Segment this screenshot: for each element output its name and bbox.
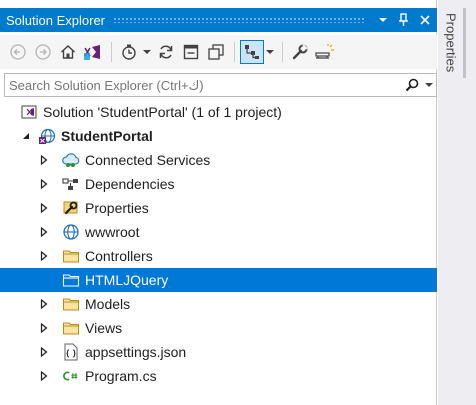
tree-item-label: Solution 'StudentPortal' (1 of 1 project… <box>43 104 282 120</box>
tree-item-connected-services[interactable]: Connected Services <box>0 148 437 172</box>
tree-item-label: Models <box>85 296 131 312</box>
json-file-icon <box>62 343 80 361</box>
collapse-all-icon[interactable] <box>179 40 203 64</box>
solution-tree: Solution 'StudentPortal' (1 of 1 project… <box>0 100 437 388</box>
properties-icon <box>62 199 80 217</box>
tree-item-label: appsettings.json <box>85 344 187 360</box>
chevron-down-icon[interactable] <box>422 75 436 95</box>
collapsed-triangle-icon[interactable] <box>36 344 52 360</box>
folder-icon <box>62 247 80 265</box>
web-project-icon <box>38 127 56 145</box>
search-box <box>4 73 437 97</box>
window-title: Solution Explorer <box>6 12 105 28</box>
tree-item-program-cs[interactable]: Program.cs <box>0 364 437 388</box>
collapsed-triangle-icon[interactable] <box>36 224 52 240</box>
sync-icon[interactable] <box>154 40 178 64</box>
tree-item-label: StudentPortal <box>61 128 153 144</box>
search-icon[interactable] <box>402 75 422 95</box>
collapsed-triangle-icon[interactable] <box>36 152 52 168</box>
back-icon[interactable] <box>6 40 30 64</box>
collapsed-triangle-icon[interactable] <box>36 320 52 336</box>
tree-item-label: Connected Services <box>85 152 211 168</box>
tree-item-models[interactable]: Models <box>0 292 437 316</box>
chevron-down-icon[interactable] <box>142 40 152 64</box>
side-tab-indicator <box>463 8 466 78</box>
tree-item-label: Properties <box>85 200 149 216</box>
tree-item-views[interactable]: Views <box>0 316 437 340</box>
dependencies-icon <box>62 175 80 193</box>
collapsed-triangle-icon[interactable] <box>36 296 52 312</box>
pin-icon[interactable] <box>395 11 413 29</box>
tree-item-label: wwwroot <box>85 224 140 240</box>
collapsed-triangle-icon[interactable] <box>36 176 52 192</box>
vs-switch-views-icon[interactable] <box>81 40 105 64</box>
collapsed-triangle-icon[interactable] <box>36 248 52 264</box>
tree-item-wwwroot[interactable]: wwwroot <box>0 220 437 244</box>
folder-icon <box>62 295 80 313</box>
tree-item-dependencies[interactable]: Dependencies <box>0 172 437 196</box>
folder-icon <box>62 319 80 337</box>
tree-item-label: Views <box>85 320 123 336</box>
tree-item-controllers[interactable]: Controllers <box>0 244 437 268</box>
show-all-files-icon[interactable] <box>204 40 228 64</box>
csharp-file-icon <box>62 367 80 385</box>
preview-selected-icon[interactable] <box>313 40 337 64</box>
properties-wrench-icon[interactable] <box>288 40 312 64</box>
expanded-triangle-icon[interactable] <box>18 128 34 144</box>
tree-item-label: Controllers <box>85 248 153 264</box>
connected-services-icon <box>62 151 80 169</box>
folder-icon <box>62 271 80 289</box>
properties-side-tab-label: Properties <box>443 13 459 73</box>
tree-item-label: Program.cs <box>85 368 157 384</box>
chevron-down-icon[interactable] <box>265 40 275 64</box>
tree-item-solution[interactable]: Solution 'StudentPortal' (1 of 1 project… <box>0 100 437 124</box>
solution-icon <box>20 103 38 121</box>
toolbar <box>0 35 437 69</box>
properties-side-tab[interactable]: Properties <box>441 8 461 78</box>
chevron-down-icon[interactable] <box>374 11 392 29</box>
search-input[interactable] <box>5 75 402 95</box>
toolbar-separator <box>282 42 283 62</box>
collapsed-triangle-icon[interactable] <box>36 200 52 216</box>
close-icon[interactable] <box>416 11 434 29</box>
tree-item-htmljquery[interactable]: HTMLJQuery <box>0 268 437 292</box>
tree-item-appsettings[interactable]: appsettings.json <box>0 340 437 364</box>
tree-item-label: Dependencies <box>85 176 175 192</box>
title-bar-grip[interactable] <box>113 17 366 23</box>
history-clock-icon[interactable] <box>117 40 141 64</box>
home-icon[interactable] <box>56 40 80 64</box>
toolbar-separator <box>234 42 235 62</box>
forward-icon[interactable] <box>31 40 55 64</box>
collapsed-triangle-icon[interactable] <box>36 368 52 384</box>
tree-item-properties[interactable]: Properties <box>0 196 437 220</box>
globe-icon <box>62 223 80 241</box>
tree-item-label: HTMLJQuery <box>85 272 169 288</box>
toolbar-separator <box>111 42 112 62</box>
tree-item-project[interactable]: StudentPortal <box>0 124 437 148</box>
title-bar: Solution Explorer <box>0 8 437 32</box>
view-class-diagram-icon[interactable] <box>240 40 264 64</box>
solution-explorer-pane: Solution Explorer Search Solution Explor… <box>0 0 437 405</box>
